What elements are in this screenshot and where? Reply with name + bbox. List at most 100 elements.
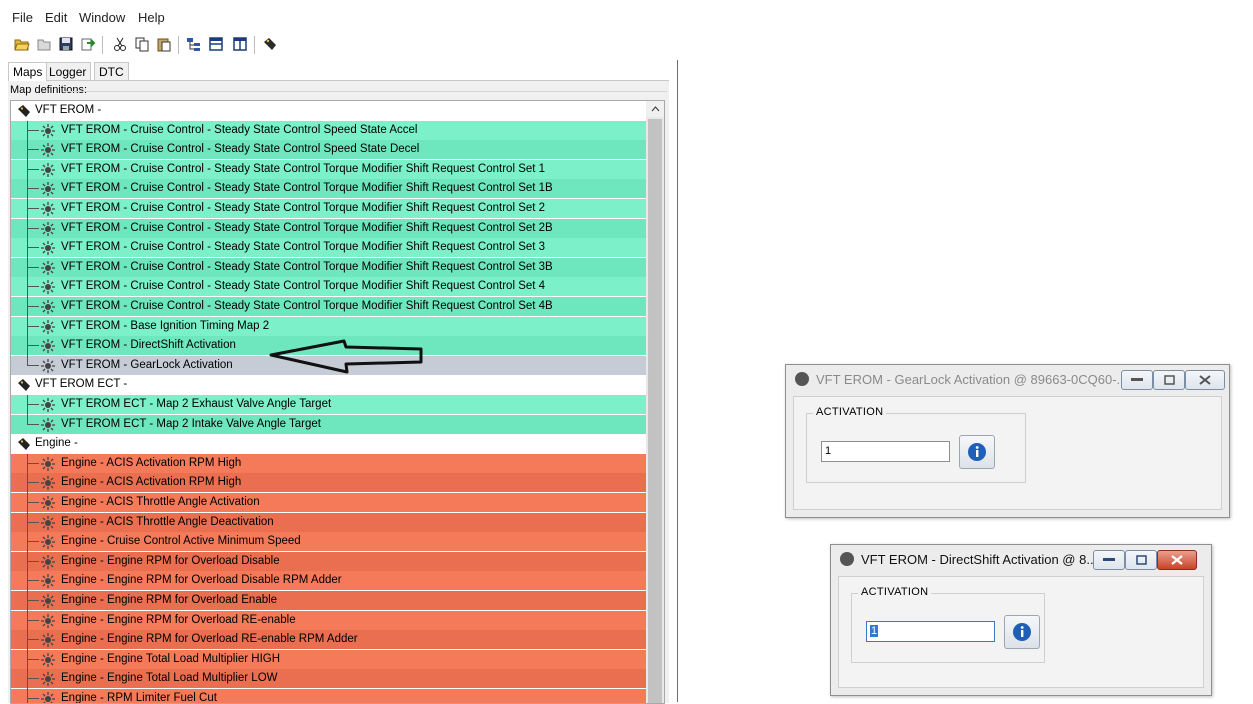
tree-guide-line: [27, 395, 28, 425]
tree-category[interactable]: VFT EROM -: [11, 101, 647, 120]
paste-icon[interactable]: [156, 36, 172, 52]
close-button[interactable]: [1185, 370, 1225, 390]
minimize-button[interactable]: [1121, 370, 1153, 390]
tree-item[interactable]: Engine - Engine RPM for Overload RE-enab…: [11, 630, 647, 650]
map-label: VFT EROM ECT - Map 2 Exhaust Valve Angle…: [61, 398, 332, 410]
scroll-thumb[interactable]: [648, 119, 662, 703]
tree-item[interactable]: VFT EROM - Cruise Control - Steady State…: [11, 257, 647, 277]
tree-item[interactable]: Engine - ACIS Throttle Angle Deactivatio…: [11, 512, 647, 532]
tree-item[interactable]: Engine - Engine RPM for Overload Disable…: [11, 571, 647, 591]
tree-category[interactable]: Engine -: [11, 434, 647, 454]
info-button[interactable]: [1004, 615, 1040, 649]
tree-icon[interactable]: [186, 36, 202, 52]
tab-logger[interactable]: Logger: [44, 62, 92, 81]
copy-icon[interactable]: [134, 36, 150, 52]
panel-divider[interactable]: [677, 60, 678, 702]
tree-item[interactable]: VFT EROM - Cruise Control - Steady State…: [11, 120, 647, 140]
tree-item[interactable]: Engine - Engine RPM for Overload RE-enab…: [11, 610, 647, 630]
tree-item[interactable]: VFT EROM ECT - Map 2 Exhaust Valve Angle…: [11, 395, 647, 414]
save-as-icon[interactable]: [36, 36, 52, 52]
category-label: VFT EROM ECT -: [35, 378, 128, 391]
map-label: VFT EROM - Cruise Control - Steady State…: [61, 123, 418, 136]
tree-item[interactable]: Engine - Engine Total Load Multiplier HI…: [11, 649, 647, 669]
dialog-titlebar[interactable]: VFT EROM - DirectShift Activation @ 8...: [831, 545, 1211, 573]
tree-item[interactable]: Engine - Cruise Control Active Minimum S…: [11, 532, 647, 552]
tree-connector: [27, 521, 39, 523]
category-label: Engine -: [35, 437, 78, 450]
tab-dtc[interactable]: DTC: [94, 62, 129, 81]
tree-item[interactable]: VFT EROM - Cruise Control - Steady State…: [11, 218, 647, 238]
export-icon[interactable]: [80, 36, 96, 52]
maximize-button[interactable]: [1153, 370, 1185, 390]
activation-group: ACTIVATION 1: [851, 586, 1045, 663]
open-icon[interactable]: [14, 36, 30, 52]
map-label: VFT EROM - Cruise Control - Steady State…: [61, 202, 546, 214]
cut-icon[interactable]: [112, 36, 128, 52]
map-label: VFT EROM - Cruise Control - Steady State…: [61, 280, 546, 293]
map-label: Engine - ACIS Activation RPM High: [61, 456, 242, 469]
selected-value: 1: [870, 625, 879, 637]
save-icon[interactable]: [58, 36, 74, 52]
tree-item[interactable]: VFT EROM - Cruise Control - Steady State…: [11, 159, 647, 179]
menu-window[interactable]: Window: [79, 10, 125, 25]
tree-item[interactable]: Engine - ACIS Activation RPM High: [11, 473, 647, 493]
tree-connector: [27, 678, 39, 680]
tree-category[interactable]: VFT EROM ECT -: [11, 375, 647, 395]
tree-item[interactable]: VFT EROM - Cruise Control - Steady State…: [11, 238, 647, 258]
menu-help[interactable]: Help: [138, 10, 165, 25]
tree-connector: [27, 404, 39, 405]
tree-connector: [27, 541, 39, 543]
activation-group: ACTIVATION 1: [806, 406, 1026, 483]
minimize-button[interactable]: [1093, 550, 1125, 570]
map-label: VFT EROM - DirectShift Activation: [61, 339, 236, 352]
tree-guide-line: [27, 453, 28, 703]
close-button[interactable]: [1157, 550, 1197, 570]
tree-connector: [27, 266, 39, 268]
tree-connector: [27, 423, 39, 425]
tree-item[interactable]: Engine - ACIS Activation RPM High: [11, 453, 647, 473]
tree-connector: [27, 462, 39, 464]
activation-label: ACTIVATION: [858, 586, 932, 598]
tree-item[interactable]: VFT EROM - Cruise Control - Steady State…: [11, 297, 647, 316]
toolbar: [0, 32, 1253, 58]
tree-item[interactable]: Engine - Engine RPM for Overload Disable: [11, 551, 647, 571]
menu-bar: File Edit Window Help: [0, 0, 1253, 32]
dialog-title: VFT EROM - DirectShift Activation @ 8...: [861, 552, 1098, 567]
map-label: VFT EROM - Base Ignition Timing Map 2: [61, 319, 270, 332]
map-label: Engine - ACIS Activation RPM High: [61, 476, 242, 489]
tree-item[interactable]: VFT EROM ECT - Map 2 Intake Valve Angle …: [11, 414, 647, 434]
tree-item[interactable]: VFT EROM - Cruise Control - Steady State…: [11, 277, 647, 297]
tree-item[interactable]: Engine - ACIS Throttle Angle Activation: [11, 493, 647, 512]
map-tree[interactable]: VFT EROM - VFT EROM - Cruise Control - St…: [10, 100, 648, 704]
tree-item[interactable]: VFT EROM - Cruise Control - Steady State…: [11, 199, 647, 218]
toolbar-separator: [254, 36, 255, 54]
activation-value-field[interactable]: 1: [821, 441, 950, 462]
info-icon: [1013, 623, 1031, 641]
toolbar-separator: [178, 36, 179, 54]
split-vertical-icon[interactable]: [232, 36, 248, 52]
dialog-titlebar[interactable]: VFT EROM - GearLock Activation @ 89663-0…: [786, 365, 1229, 393]
scroll-up-button[interactable]: [646, 101, 664, 117]
map-label: Engine - Engine RPM for Overload Disable: [61, 554, 280, 567]
menu-edit[interactable]: Edit: [45, 10, 67, 25]
info-button[interactable]: [959, 435, 995, 469]
tree-connector: [27, 345, 39, 347]
tree-item[interactable]: VFT EROM - Cruise Control - Steady State…: [11, 179, 647, 199]
split-horizontal-icon[interactable]: [208, 36, 224, 52]
app-icon: [840, 552, 854, 566]
tree-item[interactable]: Engine - Engine Total Load Multiplier LO…: [11, 669, 647, 689]
menu-file[interactable]: File: [12, 10, 33, 25]
maximize-button[interactable]: [1125, 550, 1157, 570]
tree-connector: [27, 619, 39, 621]
tree-connector: [27, 698, 39, 699]
tree-item[interactable]: VFT EROM - Base Ignition Timing Map 2: [11, 316, 647, 336]
tree-item[interactable]: VFT EROM - Cruise Control - Steady State…: [11, 140, 647, 160]
tab-maps[interactable]: Maps: [8, 62, 48, 81]
tree-connector: [27, 129, 39, 131]
map-label: VFT EROM - Cruise Control - Steady State…: [61, 221, 553, 234]
vertical-scrollbar[interactable]: [646, 100, 665, 704]
activation-value-field[interactable]: 1: [866, 621, 995, 642]
map-label: VFT EROM - GearLock Activation: [61, 358, 233, 371]
tag-icon[interactable]: [262, 36, 278, 52]
tree-item[interactable]: Engine - Engine RPM for Overload Enable: [11, 591, 647, 610]
